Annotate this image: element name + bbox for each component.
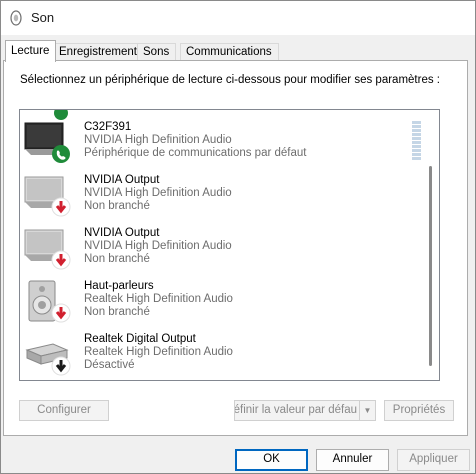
set-default-dropdown[interactable]: éfinir la valeur par défau ▼ (234, 400, 376, 421)
device-status: Périphérique de communications par défau… (84, 147, 307, 159)
set-default-label: éfinir la valeur par défau (234, 404, 357, 416)
list-item[interactable]: NVIDIA Output NVIDIA High Definition Aud… (20, 224, 420, 277)
device-status: Non branché (84, 306, 150, 318)
list-item[interactable]: C32F391 NVIDIA High Definition Audio Pér… (20, 118, 420, 171)
monitor-icon (24, 122, 70, 163)
digital-output-icon (25, 343, 71, 376)
list-item[interactable]: Haut-parleurs Realtek High Definition Au… (20, 277, 420, 330)
device-name: C32F391 (84, 121, 132, 133)
apply-button[interactable]: Appliquer (397, 449, 470, 471)
instruction-text: Sélectionnez un périphérique de lecture … (20, 74, 440, 86)
phone-badge-icon (52, 145, 70, 163)
tab-lecture[interactable]: Lecture (5, 40, 57, 62)
device-driver: NVIDIA High Definition Audio (84, 134, 232, 146)
monitor-icon (24, 176, 71, 217)
speaker-icon (28, 280, 71, 323)
ok-button[interactable]: OK (235, 449, 308, 471)
device-name: NVIDIA Output (84, 227, 160, 239)
configure-button[interactable]: Configurer (19, 400, 109, 421)
device-driver: Realtek High Definition Audio (84, 293, 233, 305)
sound-dialog: Son Lecture Enregistrement Sons Communic… (0, 0, 476, 474)
tab-strip: Lecture Enregistrement Sons Communicatio… (1, 35, 475, 62)
tab-panel-lecture: Sélectionnez un périphérique de lecture … (3, 60, 468, 436)
device-driver: NVIDIA High Definition Audio (84, 187, 232, 199)
playback-device-list[interactable]: C32F391 NVIDIA High Definition Audio Pér… (19, 109, 440, 381)
properties-button[interactable]: Propriétés (384, 400, 454, 421)
tab-sons[interactable]: Sons (137, 43, 177, 61)
title-bar[interactable]: Son (1, 1, 475, 35)
monitor-icon (24, 229, 71, 270)
vertical-scrollbar[interactable] (421, 110, 439, 380)
list-item[interactable]: NVIDIA Output NVIDIA High Definition Aud… (20, 171, 420, 224)
device-status: Non branché (84, 200, 150, 212)
window-title: Son (31, 10, 55, 25)
device-status: Désactivé (84, 359, 135, 371)
device-driver: Realtek High Definition Audio (84, 346, 233, 358)
device-name: NVIDIA Output (84, 174, 160, 186)
device-driver: NVIDIA High Definition Audio (84, 240, 232, 252)
scrollbar-thumb[interactable] (429, 166, 432, 366)
device-name: Haut-parleurs (84, 280, 154, 292)
cancel-button[interactable]: Annuler (316, 449, 389, 471)
tab-communications[interactable]: Communications (180, 43, 279, 61)
tab-enregistrement[interactable]: Enregistrement (53, 43, 144, 61)
speaker-app-icon (10, 10, 22, 26)
device-status: Non branché (84, 253, 150, 265)
list-item[interactable]: Realtek Digital Output Realtek High Defi… (20, 330, 420, 380)
chevron-down-icon[interactable]: ▼ (359, 401, 375, 420)
device-name: Realtek Digital Output (84, 333, 196, 345)
